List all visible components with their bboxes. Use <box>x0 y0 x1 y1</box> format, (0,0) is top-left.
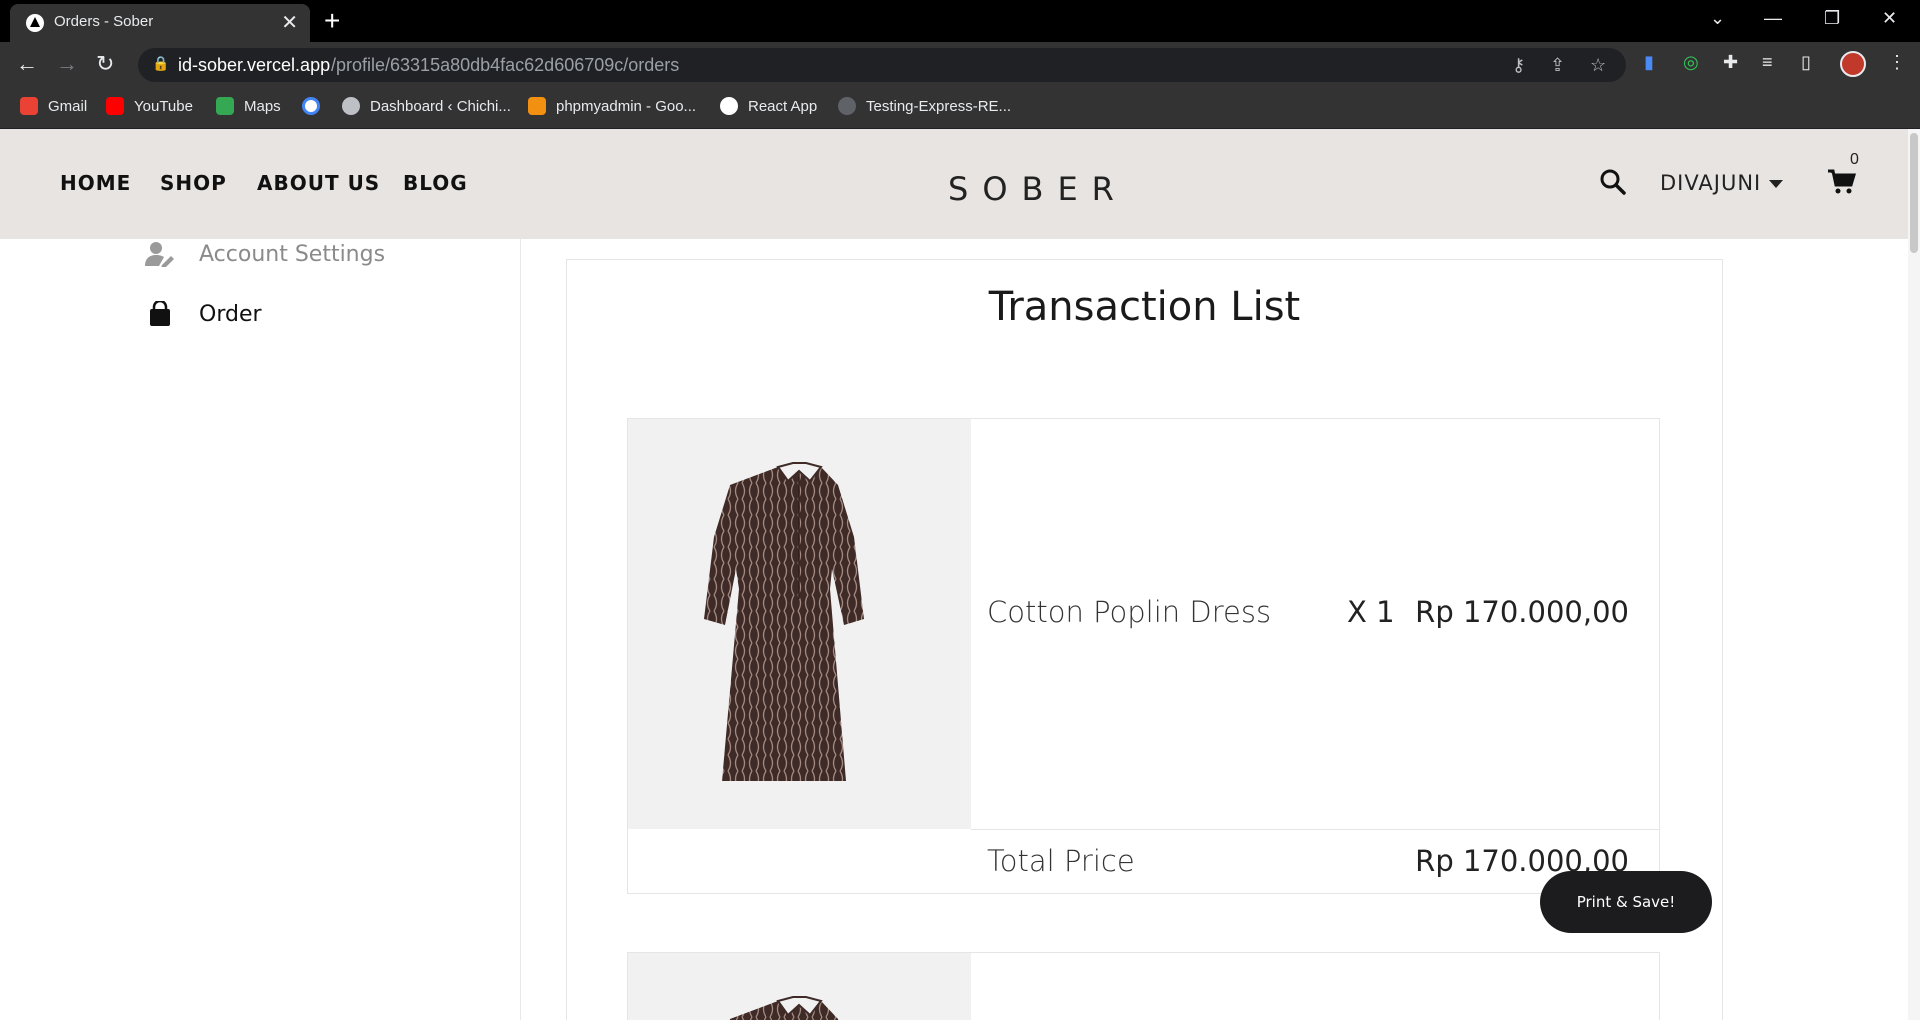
bookmark-dashboard[interactable]: Dashboard ‹ Chichi... <box>342 97 511 115</box>
lock-icon: 🔒 <box>152 55 170 71</box>
total-price-label: Total Price <box>987 844 1135 878</box>
tab-title: Orders - Sober <box>54 13 154 30</box>
url-path: /profile/63315a80db4fac62d606709c/orders <box>331 55 680 75</box>
share-icon[interactable]: ⇪ <box>1550 55 1565 76</box>
url-host: id-sober.vercel.app <box>178 55 331 75</box>
nav-shop[interactable]: SHOP <box>160 171 227 195</box>
sidebar-divider <box>520 129 521 1020</box>
extensions-puzzle-icon[interactable]: ✚ <box>1723 52 1738 73</box>
site-logo[interactable]: SOBER <box>948 170 1128 208</box>
bookmark-react-app[interactable]: React App <box>720 97 817 115</box>
user-edit-icon <box>145 242 174 267</box>
media-icon[interactable]: ≡ <box>1762 52 1773 73</box>
nav-about-us[interactable]: ABOUT US <box>257 171 380 195</box>
dress-image <box>704 462 864 781</box>
page-content: Account Settings Order Transaction List <box>0 129 1920 1020</box>
gmail-icon <box>20 97 38 115</box>
bookmark-maps[interactable]: Maps <box>216 97 281 115</box>
shopping-bag-icon <box>150 301 170 326</box>
scrollbar-track[interactable] <box>1908 129 1920 1020</box>
minimize-button[interactable]: — <box>1764 8 1782 29</box>
menu-icon[interactable]: ⋮ <box>1888 52 1906 73</box>
key-icon[interactable]: ⚷ <box>1512 55 1525 76</box>
browser-tab[interactable]: Orders - Sober ✕ <box>10 4 310 42</box>
sidebar-item-label: Account Settings <box>199 241 386 267</box>
bookmark-youtube[interactable]: YouTube <box>106 97 193 115</box>
order-item <box>627 952 1660 1020</box>
product-image[interactable] <box>628 419 971 829</box>
wordpress-icon <box>342 97 360 115</box>
forward-icon[interactable]: → <box>56 51 78 77</box>
github-icon <box>838 97 856 115</box>
close-window-button[interactable]: ✕ <box>1882 8 1897 29</box>
maps-icon <box>216 97 234 115</box>
scrollbar-thumb[interactable] <box>1910 133 1918 253</box>
user-menu[interactable]: DIVAJUNI <box>1660 171 1784 195</box>
product-name[interactable]: Cotton Poplin Dress <box>987 595 1271 629</box>
dress-image <box>729 996 839 1020</box>
page-title: Transaction List <box>988 284 1301 330</box>
bookmark-gmail[interactable]: Gmail <box>20 97 87 115</box>
product-image[interactable] <box>628 953 971 1020</box>
tab-close-icon[interactable]: ✕ <box>281 10 298 35</box>
nav-home[interactable]: HOME <box>60 171 131 195</box>
browser-toolbar: ← → ↻ 🔒 id-sober.vercel.app /profile/633… <box>0 42 1920 88</box>
react-app-icon <box>720 97 738 115</box>
bookmark-phpmyadmin[interactable]: phpmyadmin - Goo... <box>528 97 696 115</box>
sidebar-item-account-settings[interactable]: Account Settings <box>145 241 385 267</box>
side-panel-icon[interactable]: ▯ <box>1801 52 1811 73</box>
order-item: Cotton Poplin Dress X 1 Rp 170.000,00 To… <box>627 418 1660 894</box>
profile-avatar[interactable] <box>1840 51 1866 77</box>
address-bar[interactable]: 🔒 id-sober.vercel.app /profile/63315a80d… <box>138 48 1626 82</box>
order-info-row: Cotton Poplin Dress X 1 Rp 170.000,00 <box>971 419 1659 830</box>
cart-count-badge: 0 <box>1850 151 1859 168</box>
extension-docs-icon[interactable]: ▮ <box>1644 52 1654 73</box>
chevron-down-icon <box>1769 180 1784 188</box>
youtube-icon <box>106 97 124 115</box>
sidebar-item-order[interactable]: Order <box>145 301 262 327</box>
browser-tab-bar: Orders - Sober ✕ + ⌄ — ❐ ✕ <box>0 0 1920 42</box>
new-tab-button[interactable]: + <box>324 5 340 37</box>
reload-icon[interactable]: ↻ <box>96 51 114 77</box>
nav-blog[interactable]: BLOG <box>403 171 468 195</box>
sidebar-item-label: Order <box>199 301 262 327</box>
star-icon[interactable]: ☆ <box>1590 55 1606 76</box>
print-save-button[interactable]: Print & Save! <box>1540 871 1712 933</box>
tab-search-icon[interactable]: ⌄ <box>1710 8 1725 29</box>
restore-button[interactable]: ❐ <box>1824 8 1840 29</box>
username: DIVAJUNI <box>1660 171 1762 195</box>
site-header: HOME SHOP ABOUT US BLOG SOBER DIVAJUNI 0 <box>0 129 1920 239</box>
favicon-icon <box>26 14 44 32</box>
google-icon <box>302 97 320 115</box>
bookmark-google[interactable] <box>302 97 320 115</box>
search-icon[interactable] <box>1600 169 1626 195</box>
back-icon[interactable]: ← <box>16 51 38 77</box>
extension-circle-icon[interactable]: ◎ <box>1683 52 1699 73</box>
bookmarks-bar: Gmail YouTube Maps Dashboard ‹ Chichi...… <box>0 88 1920 129</box>
bookmark-testing-express[interactable]: Testing-Express-RE... <box>838 97 1011 115</box>
cart-icon[interactable] <box>1828 169 1856 195</box>
product-quantity: X 1 <box>1347 595 1395 629</box>
phpmyadmin-icon <box>528 97 546 115</box>
product-price: Rp 170.000,00 <box>1415 595 1629 629</box>
